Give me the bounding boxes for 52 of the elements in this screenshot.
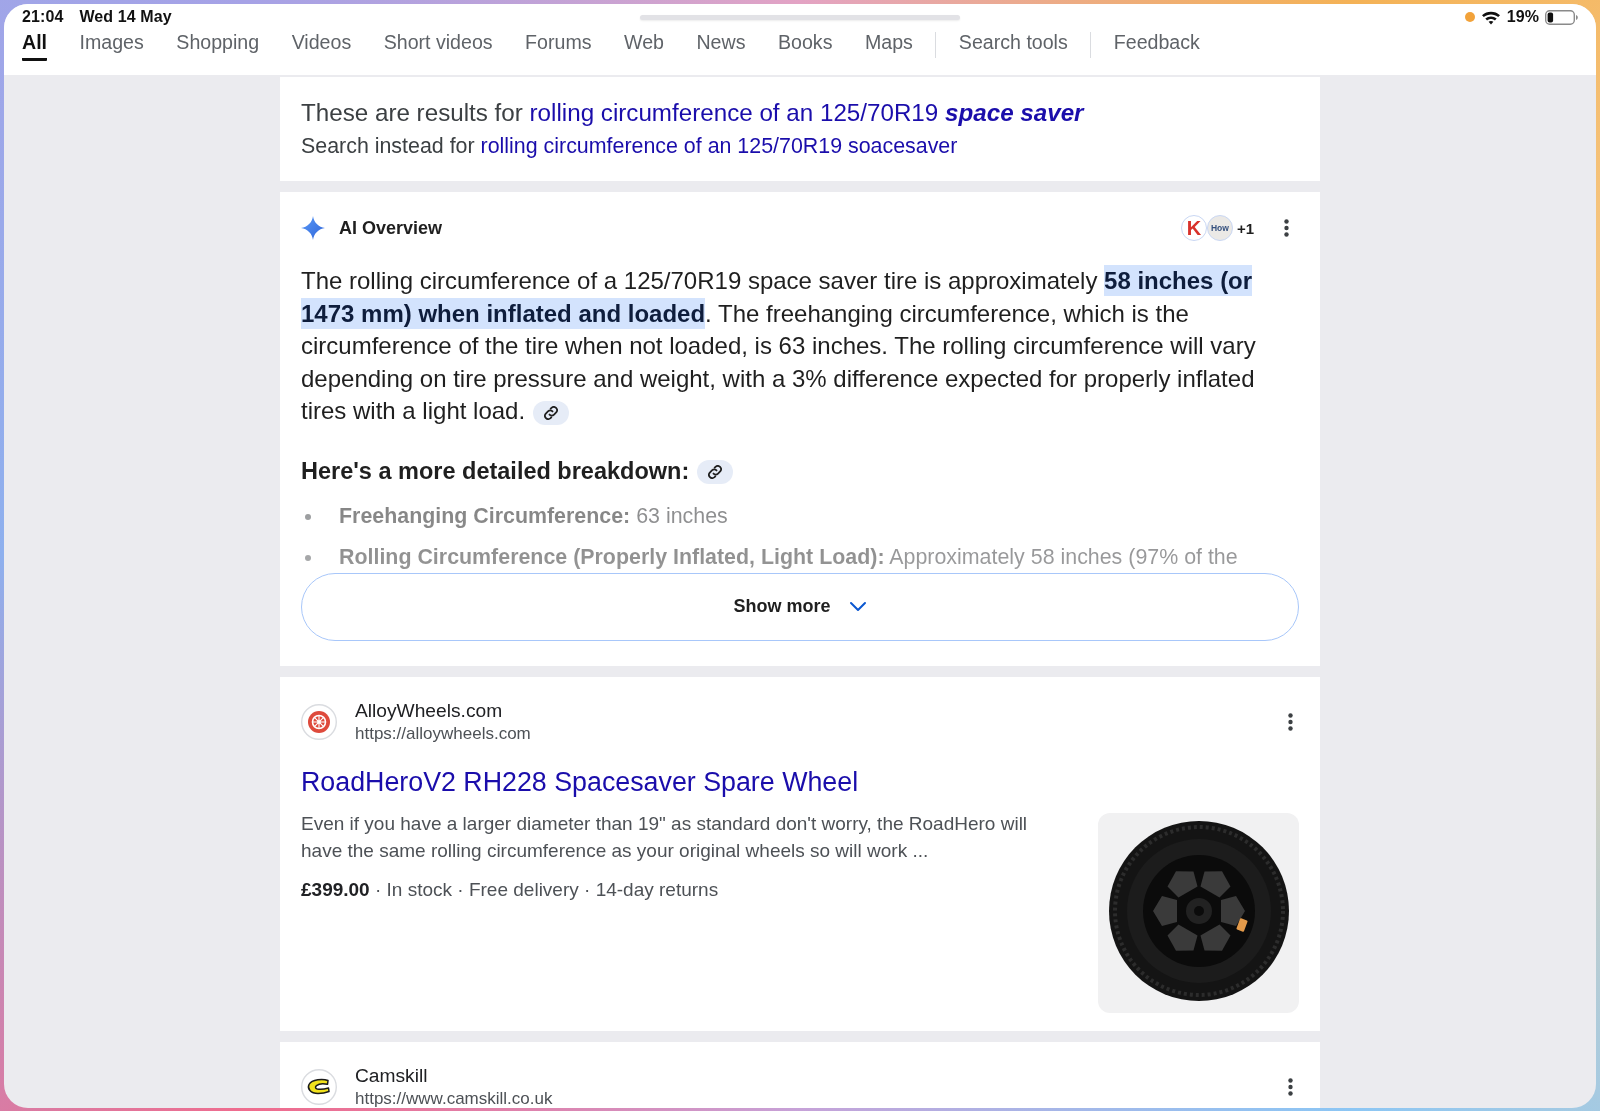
more-options-icon[interactable] xyxy=(1288,712,1293,731)
product-details: £399.00 · In stock · Free delivery · 14-day returns xyxy=(301,877,720,902)
wifi-icon xyxy=(1480,9,1501,25)
breakdown-item: Freehanging Circumference: 63 inches xyxy=(339,504,728,529)
bullet-icon xyxy=(305,554,311,561)
sparkle-icon xyxy=(301,216,325,240)
corrected-query-link[interactable]: rolling circumference of an 125/70R19 space saver xyxy=(529,99,1084,126)
link-icon xyxy=(544,405,559,420)
search-tab[interactable]: Books xyxy=(777,29,833,61)
overview-paragraph: The rolling circumference of a 125/70R19 space saver tire is approximately 58 inches (or 1473 mm) when inflated and loaded. The freehanging circumference, which is the circumference of the tire when not loaded, is 63 inches. The rolling circumference will vary depending on tire pressure and weight, with a 3% difference expected for properly inflated tires with a light load. xyxy=(301,265,1257,427)
status-time: 21:04 xyxy=(22,8,64,26)
swoosh-logo-icon xyxy=(301,1068,337,1105)
chevron-down-icon xyxy=(848,601,867,612)
wheel-logo-icon xyxy=(301,703,337,740)
bullet-icon xyxy=(305,513,311,520)
site-url[interactable]: https://alloywheels.com xyxy=(355,723,531,744)
search-instead-label: Search instead for xyxy=(301,134,476,158)
original-query-link[interactable]: rolling circumference of an 125/70R19 soacesaver xyxy=(480,134,958,158)
ai-overview-title: AI Overview xyxy=(339,217,443,239)
search-tab[interactable]: Videos xyxy=(291,29,352,61)
search-tab[interactable]: Images xyxy=(79,29,144,61)
breakdown-item: Rolling Circumference (Properly Inflated, Light Load): Approximately 58 inches (97% of the xyxy=(339,545,1238,570)
battery-icon xyxy=(1545,9,1578,25)
more-sources-count[interactable]: +1 xyxy=(1236,219,1254,237)
show-more-button[interactable]: Show more xyxy=(301,572,1299,641)
source-logo[interactable]: K xyxy=(1180,215,1207,241)
more-options-icon[interactable] xyxy=(1288,1077,1293,1096)
source-logo[interactable]: How xyxy=(1206,215,1233,241)
results-for-label: These are results for xyxy=(301,99,524,126)
search-tab[interactable]: Maps xyxy=(864,29,913,61)
status-date: Wed 14 May xyxy=(79,8,172,26)
site-name[interactable]: Camskill xyxy=(355,1064,553,1087)
toolbar-link[interactable]: Search tools xyxy=(958,29,1068,61)
search-tab[interactable]: News xyxy=(696,29,746,61)
search-tab[interactable]: Short videos xyxy=(383,29,493,61)
more-options-icon[interactable] xyxy=(1284,219,1289,237)
search-tab[interactable]: All xyxy=(22,29,48,61)
multitasking-handle[interactable] xyxy=(640,14,960,20)
site-url[interactable]: https://www.camskill.co.uk xyxy=(355,1088,553,1108)
site-name[interactable]: AlloyWheels.com xyxy=(355,699,531,722)
toolbar-link[interactable]: Feedback xyxy=(1113,29,1200,61)
result-title-link[interactable]: RoadHeroV2 RH228 Spacesaver Spare Wheel xyxy=(301,764,859,799)
link-icon xyxy=(708,465,723,480)
battery-percentage: 19% xyxy=(1506,8,1539,26)
search-tab[interactable]: Shopping xyxy=(176,29,260,61)
source-link-button[interactable] xyxy=(697,460,734,485)
search-tab[interactable]: Forums xyxy=(525,29,592,61)
search-tab[interactable]: Web xyxy=(624,29,664,61)
status-dot-icon xyxy=(1464,12,1475,22)
breakdown-heading: Here's a more detailed breakdown: xyxy=(301,457,690,484)
result-snippet: Even if you have a larger diameter than 19" as standard don't worry, the RoadHero will have the same rolling circumference as your original wheels so will work ... xyxy=(301,811,1029,863)
source-link-button[interactable] xyxy=(533,400,570,425)
